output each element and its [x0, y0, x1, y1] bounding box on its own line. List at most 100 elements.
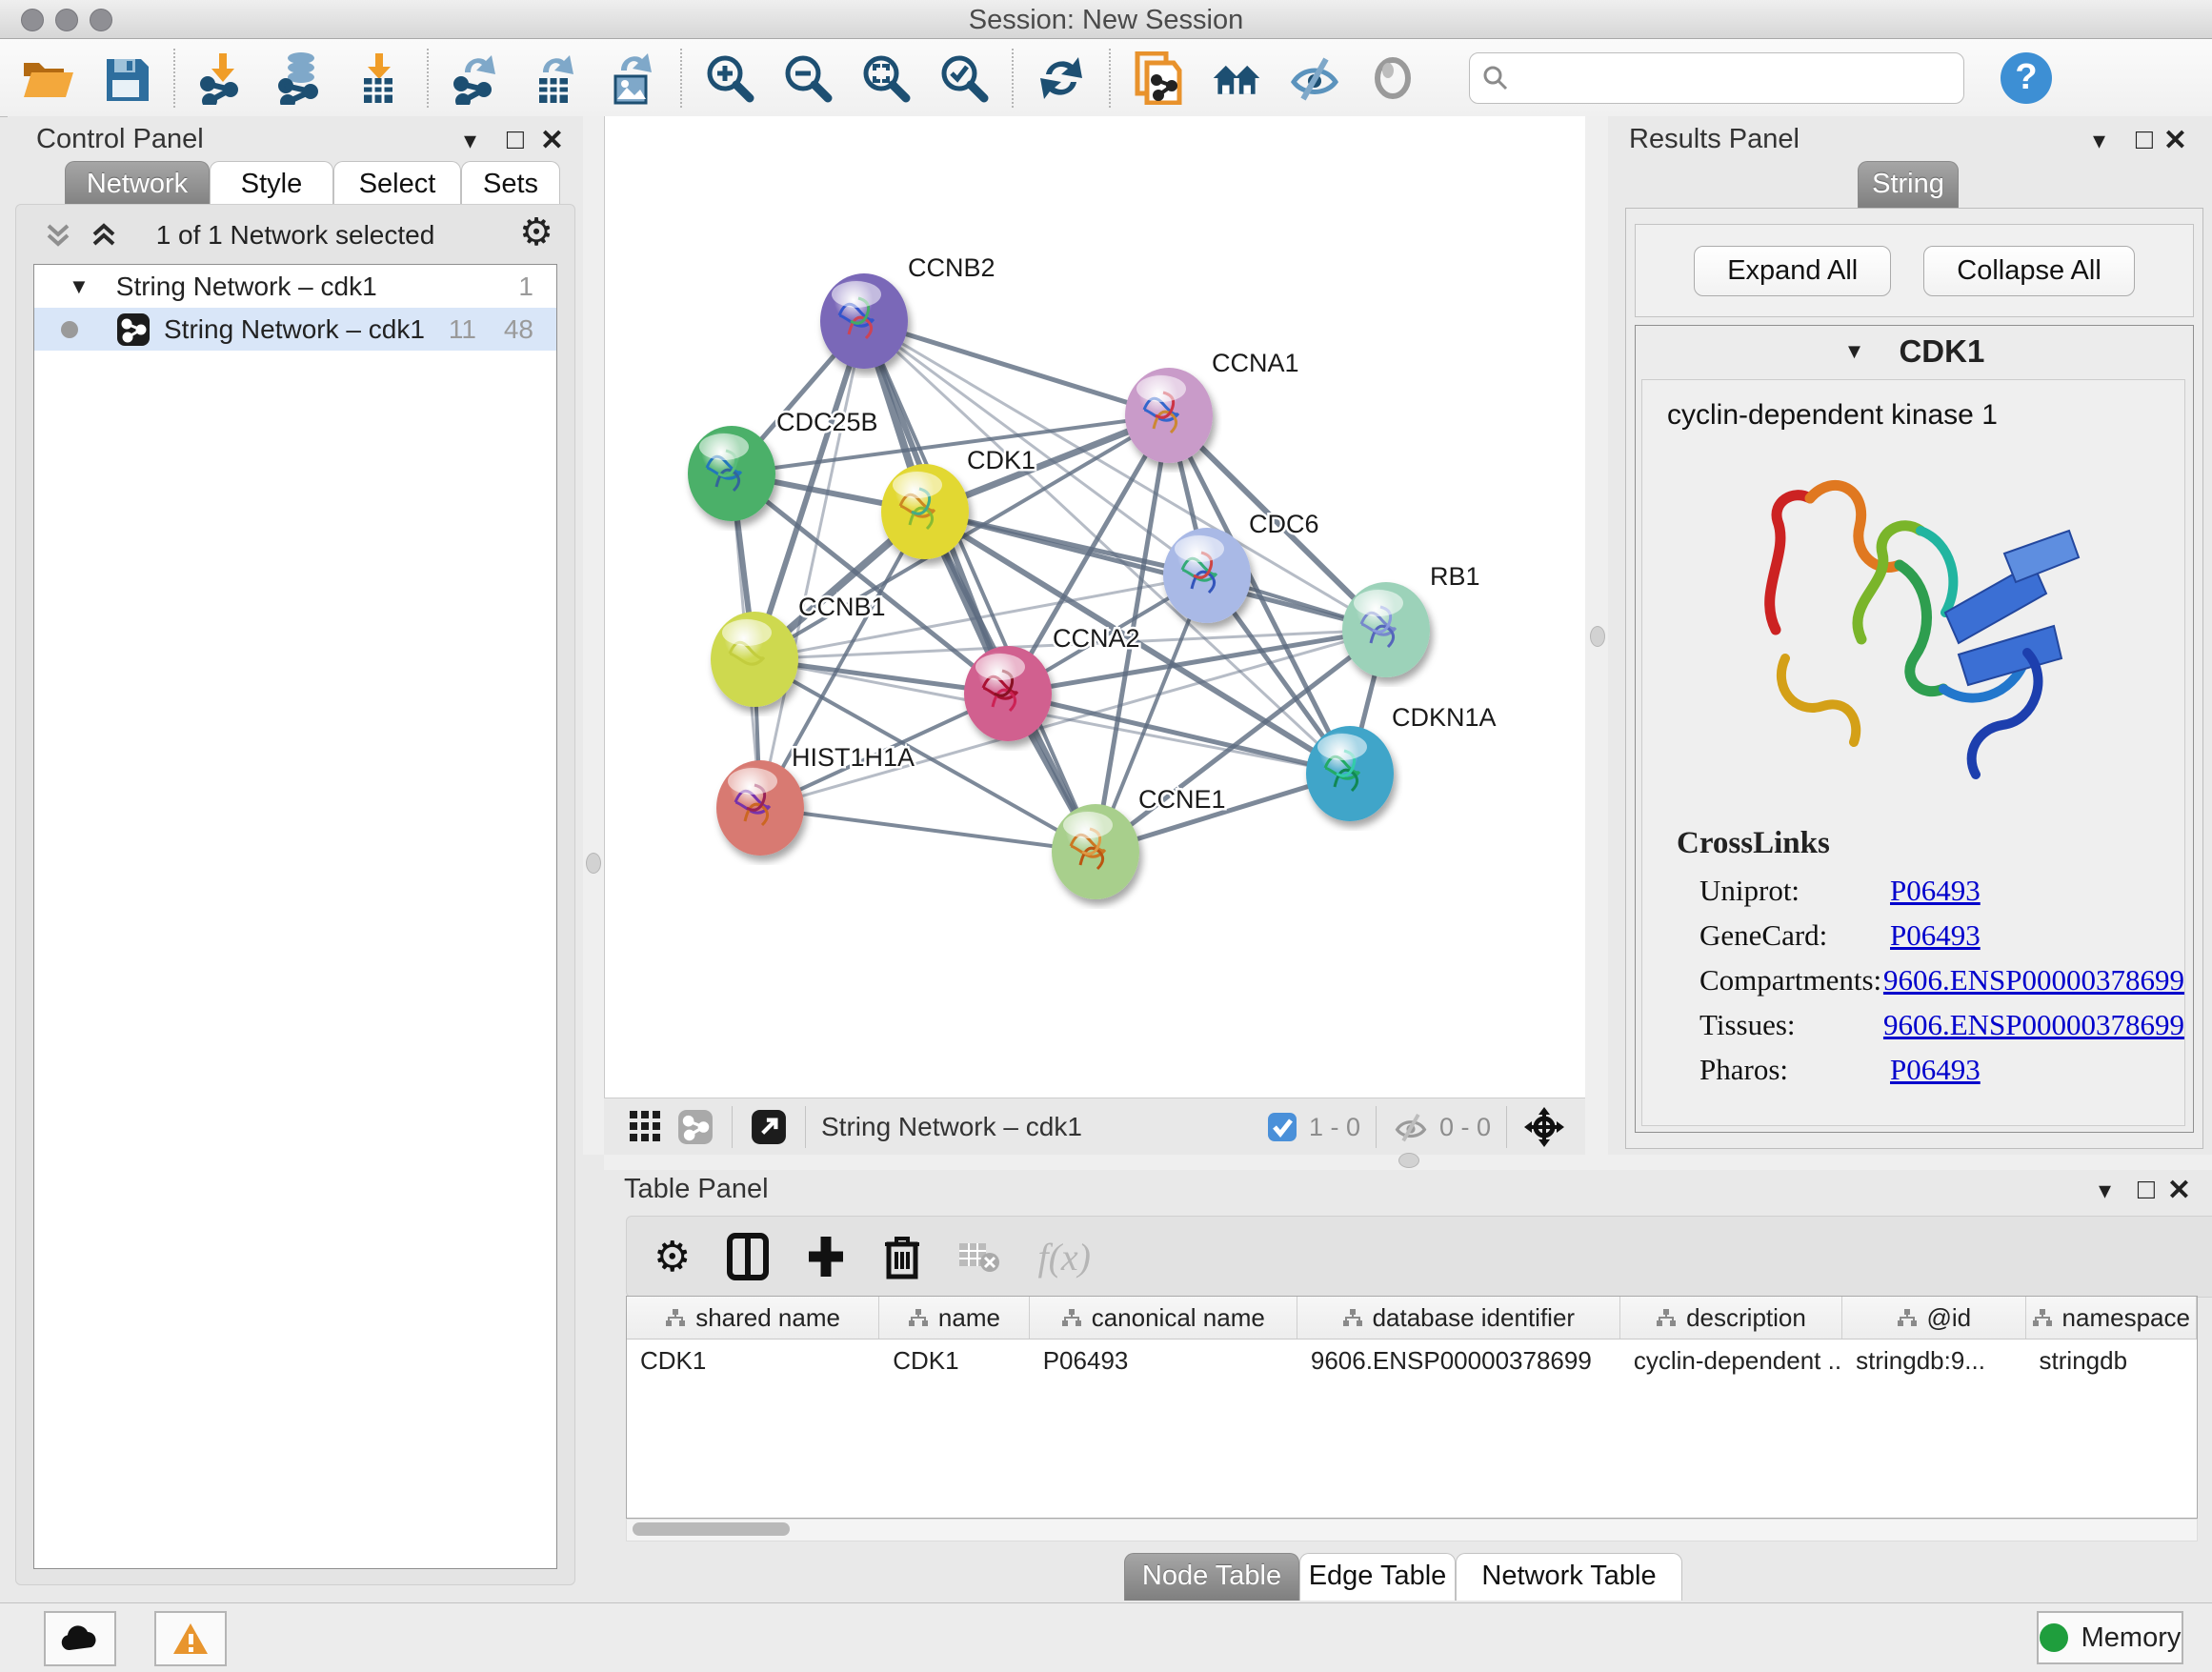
table-cell[interactable]: CDK1 [627, 1340, 879, 1381]
horizontal-splitter-handle[interactable] [1398, 1153, 1419, 1168]
node-CDC25B[interactable] [688, 426, 775, 521]
column-header-namespace[interactable]: namespace [2026, 1297, 2197, 1339]
crosslink-link[interactable]: P06493 [1890, 1053, 1981, 1087]
edge-HIST1H1A-CCNE1[interactable] [760, 808, 1096, 852]
left-splitter-handle[interactable] [586, 853, 601, 874]
open-file-icon[interactable] [21, 51, 74, 105]
edge-CCNB2-CCNA1[interactable] [864, 321, 1169, 415]
delete-column-icon[interactable] [883, 1233, 921, 1280]
zoom-out-icon[interactable] [781, 51, 835, 105]
network-list-options-gear-icon[interactable]: ⚙ [519, 211, 553, 254]
column-header-description[interactable]: description [1620, 1297, 1842, 1339]
refresh-icon[interactable] [1035, 51, 1088, 105]
export-network-icon[interactable] [450, 51, 503, 105]
node-CDC6[interactable] [1163, 528, 1251, 623]
warning-button[interactable] [154, 1611, 227, 1666]
edge-CCNB2-CCNE1[interactable] [864, 321, 1096, 852]
results-panel-float-icon[interactable]: □ [2136, 124, 2153, 156]
tab-network-table[interactable]: Network Table [1456, 1553, 1682, 1601]
import-table-icon[interactable] [352, 51, 406, 105]
node-CDKN1A[interactable] [1306, 726, 1394, 821]
table-cell[interactable]: P06493 [1030, 1340, 1297, 1381]
collapse-all-button[interactable]: Collapse All [1923, 246, 2135, 296]
node-CCNA2[interactable] [964, 646, 1052, 741]
export-image-icon[interactable] [606, 51, 659, 105]
eye-slash-icon[interactable] [1288, 51, 1341, 105]
results-panel-close-icon[interactable]: ✕ [2163, 124, 2187, 157]
scrollbar-thumb[interactable] [633, 1522, 790, 1536]
protein-section-header[interactable]: ▼ CDK1 [1636, 326, 2193, 377]
tab-select[interactable]: Select [333, 161, 461, 209]
crosslink-link[interactable]: 9606.ENSP00000378699 [1883, 963, 2184, 997]
zoom-selected-icon[interactable] [937, 51, 991, 105]
tab-string[interactable]: String [1858, 161, 1959, 209]
table-panel-menu-icon[interactable]: ▾ [2099, 1176, 2111, 1205]
zoom-in-icon[interactable] [703, 51, 756, 105]
network-canvas[interactable]: CCNB2CCNA1CDC25BCDK1CDC6RB1CCNB1CCNA2CDK… [604, 116, 1586, 1098]
table-options-gear-icon[interactable]: ⚙ [654, 1233, 691, 1281]
node-RB1[interactable] [1342, 582, 1430, 677]
search-input[interactable] [1469, 52, 1964, 104]
network-collection-row[interactable]: ▼ String Network – cdk1 1 [34, 265, 556, 308]
column-header-canonicalname[interactable]: canonical name [1030, 1297, 1297, 1339]
cloud-button[interactable] [44, 1611, 116, 1666]
tab-edge-table[interactable]: Edge Table [1299, 1553, 1456, 1601]
eye-icon[interactable] [1366, 51, 1419, 105]
node-CCNB1[interactable] [711, 612, 798, 707]
save-session-icon[interactable] [99, 51, 152, 105]
crosslink-link[interactable]: 9606.ENSP00000378699 [1883, 1008, 2184, 1042]
table-panel-float-icon[interactable]: □ [2138, 1174, 2155, 1206]
birdseye-grid-icon[interactable] [625, 1100, 667, 1154]
houses-icon[interactable] [1210, 51, 1263, 105]
table-cell[interactable]: cyclin-dependent ... [1620, 1340, 1842, 1381]
table-cell[interactable]: 9606.ENSP00000378699 [1297, 1340, 1620, 1381]
table-cell[interactable]: stringdb [2026, 1340, 2197, 1381]
import-network-file-icon[interactable] [196, 51, 250, 105]
zoom-fit-icon[interactable] [859, 51, 913, 105]
node-CDK1[interactable] [881, 464, 969, 559]
network-graph[interactable]: CCNB2CCNA1CDC25BCDK1CDC6RB1CCNB1CCNA2CDK… [605, 116, 1586, 1098]
table-horizontal-scrollbar[interactable] [626, 1519, 2198, 1541]
network-row[interactable]: String Network – cdk1 11 48 [34, 308, 556, 351]
show-columns-icon[interactable] [727, 1233, 769, 1280]
help-icon[interactable]: ? [2001, 52, 2052, 104]
memory-button[interactable]: Memory [2037, 1611, 2183, 1664]
node-table[interactable]: shared namenamecanonical namedatabase id… [626, 1296, 2198, 1519]
network-edges[interactable] [732, 321, 1386, 852]
add-column-icon[interactable] [805, 1233, 847, 1280]
right-splitter-handle[interactable] [1590, 626, 1605, 647]
column-header-id[interactable]: @id [1842, 1297, 2025, 1339]
node-CCNB2[interactable] [820, 273, 908, 369]
network-share-gray-icon[interactable] [674, 1100, 716, 1154]
control-panel-close-icon[interactable]: ✕ [540, 124, 564, 157]
hidden-eye-slash-icon[interactable] [1392, 1111, 1430, 1143]
node-CCNA1[interactable] [1125, 368, 1213, 463]
tab-sets[interactable]: Sets [461, 161, 560, 209]
search-field[interactable] [1510, 62, 1952, 93]
protein-expander-icon[interactable]: ▼ [1844, 339, 1865, 364]
left-splitter[interactable] [583, 116, 604, 1155]
results-panel-menu-icon[interactable]: ▾ [2093, 126, 2105, 155]
tab-network[interactable]: Network [65, 161, 210, 209]
selected-nodes-checkbox[interactable] [1267, 1112, 1297, 1142]
clone-network-icon[interactable] [1132, 51, 1185, 105]
node-CCNE1[interactable] [1052, 804, 1139, 899]
control-panel-float-icon[interactable]: □ [507, 124, 524, 156]
collection-expander-icon[interactable]: ▼ [69, 274, 90, 299]
tab-style[interactable]: Style [210, 161, 333, 209]
import-network-database-icon[interactable] [274, 51, 328, 105]
expand-all-button[interactable]: Expand All [1694, 246, 1891, 296]
open-in-new-window-icon[interactable] [748, 1100, 790, 1154]
tab-node-table[interactable]: Node Table [1124, 1553, 1299, 1601]
crosslink-link[interactable]: P06493 [1890, 918, 1981, 953]
table-panel-close-icon[interactable]: ✕ [2167, 1174, 2191, 1207]
pan-crosshair-icon[interactable] [1522, 1105, 1566, 1149]
table-cell[interactable]: CDK1 [879, 1340, 1030, 1381]
control-panel-menu-icon[interactable]: ▾ [464, 126, 476, 155]
table-row[interactable]: CDK1CDK1P064939606.ENSP00000378699cyclin… [627, 1340, 2197, 1381]
column-header-name[interactable]: name [879, 1297, 1030, 1339]
column-header-databaseidentifier[interactable]: database identifier [1297, 1297, 1620, 1339]
node-HIST1H1A[interactable] [716, 760, 804, 856]
table-cell[interactable]: stringdb:9... [1842, 1340, 2025, 1381]
export-table-icon[interactable] [528, 51, 581, 105]
